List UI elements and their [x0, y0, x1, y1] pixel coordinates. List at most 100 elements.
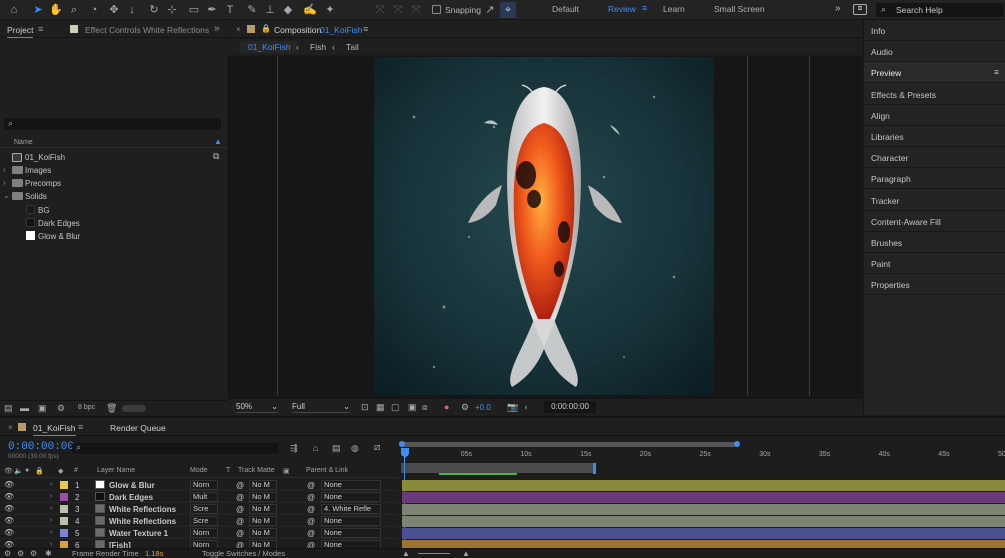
show-snapshot-icon[interactable]: ◐ [524, 402, 529, 412]
eye-icon[interactable]: 👁 [4, 480, 14, 489]
layer-label-color[interactable] [60, 493, 68, 501]
region-of-interest-icon[interactable]: ⊡ [361, 402, 369, 413]
hand-tool-icon[interactable]: ✋ [48, 2, 64, 18]
composition-tab-name[interactable]: 01_KoiFish [320, 25, 363, 35]
blend-mode-dropdown[interactable]: Scre [190, 516, 218, 526]
layer-name[interactable]: White Reflections [109, 505, 176, 514]
blend-mode-dropdown[interactable]: Norn [190, 480, 218, 490]
exposure-icon[interactable]: ⚙ [461, 402, 469, 413]
pickwhip-icon[interactable]: @ [236, 529, 244, 538]
axis-world-icon[interactable]: ⤧ [390, 2, 406, 18]
layer-row[interactable]: 👁 › 2 Dark Edges Mult @ No M @ None [0, 491, 398, 503]
expand-layer-switches-icon[interactable]: ⚙ [4, 549, 11, 558]
panel-menu-icon[interactable]: ≡ [363, 24, 368, 34]
snap-target-icon[interactable]: ⌖ [500, 2, 516, 18]
sort-up-icon[interactable]: ▲ [214, 137, 222, 146]
project-item-glow-blur[interactable]: Glow & Blur [0, 230, 227, 243]
chevron-right-icon[interactable]: › [50, 493, 52, 500]
toggle-switches-modes-button[interactable]: Toggle Switches / Modes [202, 549, 285, 558]
axis-local-icon[interactable]: ⤧ [372, 2, 388, 18]
zoom-tool-icon[interactable]: ⌕ [66, 2, 82, 18]
right-panel-item-properties[interactable]: Properties [864, 274, 1005, 296]
layer-duration-bar[interactable] [402, 528, 1005, 539]
right-panel-item-audio[interactable]: Audio [864, 41, 1005, 63]
breadcrumb-comp[interactable]: 01_KoiFish [248, 42, 291, 52]
blend-mode-dropdown[interactable]: Mult [190, 492, 218, 502]
workspace-review[interactable]: Review [608, 4, 636, 14]
layer-name[interactable]: White Reflections [109, 517, 176, 526]
new-composition-icon[interactable]: ▣ [38, 403, 47, 414]
pen-tool-icon[interactable]: ✒ [204, 2, 220, 18]
eraser-tool-icon[interactable]: ◆ [280, 2, 296, 18]
3d-view-icon[interactable]: ⧈ [422, 402, 428, 413]
panel-menu-icon[interactable]: ≡ [78, 422, 83, 432]
layer-row[interactable]: 👁 › 5 Water Texture 1 Norn @ No M @ None [0, 527, 398, 539]
chevron-down-icon[interactable]: ⌄ [3, 191, 10, 200]
close-icon[interactable]: × [236, 25, 241, 34]
layer-row[interactable]: 👁 › 4 White Reflections Scre @ No M @ None [0, 515, 398, 527]
blend-mode-dropdown[interactable]: Scre [190, 504, 218, 514]
workspace-menu-icon[interactable]: ≡ [642, 3, 647, 13]
pan-camera-icon[interactable]: ✥ [106, 2, 122, 18]
current-time-display[interactable]: 0:00:00:00 [544, 401, 596, 413]
breadcrumb-tail[interactable]: Tail [346, 42, 359, 52]
column-name[interactable]: Name [14, 139, 33, 146]
layer-label-color[interactable] [60, 529, 68, 537]
rectangle-tool-icon[interactable]: ▭ [186, 2, 202, 18]
work-area-end-marker[interactable] [593, 463, 596, 474]
rotation-tool-icon[interactable]: ↻ [146, 2, 162, 18]
layer-duration-bar[interactable] [402, 480, 1005, 491]
chevron-right-icon[interactable]: › [50, 541, 52, 548]
parent-pickwhip-icon[interactable]: @ [307, 493, 315, 502]
graph-editor-icon[interactable]: ⧄ [374, 442, 380, 453]
timeline-current-time[interactable]: 0:00:00:00 [8, 441, 74, 453]
layer-duration-bar[interactable] [402, 504, 1005, 515]
parent-pickwhip-icon[interactable]: @ [307, 481, 315, 490]
project-item-precomps[interactable]: › Precomps [0, 177, 227, 190]
eye-icon[interactable]: 👁 [4, 528, 14, 537]
trash-icon[interactable]: 🗑 [106, 403, 117, 414]
grid-guides-icon[interactable]: ▣ [408, 402, 417, 413]
tab-effect-controls[interactable]: Effect Controls White Reflections [85, 25, 209, 35]
layer-name[interactable]: Glow & Blur [109, 481, 155, 490]
search-help-field[interactable]: ⌕ Search Help [876, 3, 1004, 17]
resolution-dropdown[interactable]: Full ⌄ [292, 402, 350, 413]
pickwhip-icon[interactable]: @ [236, 493, 244, 502]
brush-tool-icon[interactable]: ✎ [244, 2, 260, 18]
sync-settings-icon[interactable]: ⧉ [853, 4, 867, 15]
clone-stamp-tool-icon[interactable]: ⊥ [262, 2, 278, 18]
track-matte-dropdown[interactable]: No M [249, 492, 277, 502]
in-out-stretch-icon[interactable]: ⚙ [30, 549, 37, 558]
roto-brush-tool-icon[interactable]: ✍ [302, 2, 318, 18]
column-layer-name[interactable]: Layer Name [97, 467, 135, 474]
panel-overflow-icon[interactable]: » [214, 23, 220, 34]
right-panel-item-paint[interactable]: Paint [864, 253, 1005, 275]
snapping-checkbox[interactable] [432, 5, 441, 14]
transfer-controls-icon[interactable]: ⚙ [17, 549, 24, 558]
parent-dropdown[interactable]: None [321, 516, 381, 526]
render-time-icon[interactable]: ✱ [45, 549, 52, 558]
workspace-default[interactable]: Default [552, 4, 579, 14]
color-channels-icon[interactable]: ● [444, 402, 449, 412]
home-icon[interactable]: ⌂ [6, 2, 22, 18]
project-item-01-koifish[interactable]: 01_KoiFish ⧉ [0, 151, 227, 164]
zoom-in-icon[interactable]: ▲ [462, 549, 470, 558]
snap-arrow-icon[interactable]: ↗ [482, 2, 498, 18]
chevron-right-icon[interactable]: › [50, 505, 52, 512]
tab-timeline-comp[interactable]: 01_KoiFish [33, 423, 76, 436]
layer-label-color[interactable] [60, 517, 68, 525]
thumbnail-slider[interactable] [122, 405, 146, 412]
motion-blur-icon[interactable]: ◍ [351, 443, 359, 454]
right-panel-item-content-aware-fill[interactable]: Content-Aware Fill [864, 211, 1005, 232]
adjust-project-settings-icon[interactable]: ⚙ [57, 403, 65, 414]
pickwhip-icon[interactable]: @ [236, 505, 244, 514]
layer-row[interactable]: 👁 › 1 Glow & Blur Norn @ No M @ None [0, 479, 398, 491]
layer-label-color[interactable] [60, 505, 68, 513]
eye-icon[interactable]: 👁 [4, 516, 14, 525]
layer-duration-bar[interactable] [402, 516, 1005, 527]
eye-icon[interactable]: 👁 [4, 504, 14, 513]
workspace-learn[interactable]: Learn [663, 4, 685, 14]
mask-visibility-icon[interactable]: ▢ [391, 402, 400, 413]
new-folder-icon[interactable]: ▬ [20, 403, 29, 413]
type-tool-icon[interactable]: T [222, 2, 238, 18]
